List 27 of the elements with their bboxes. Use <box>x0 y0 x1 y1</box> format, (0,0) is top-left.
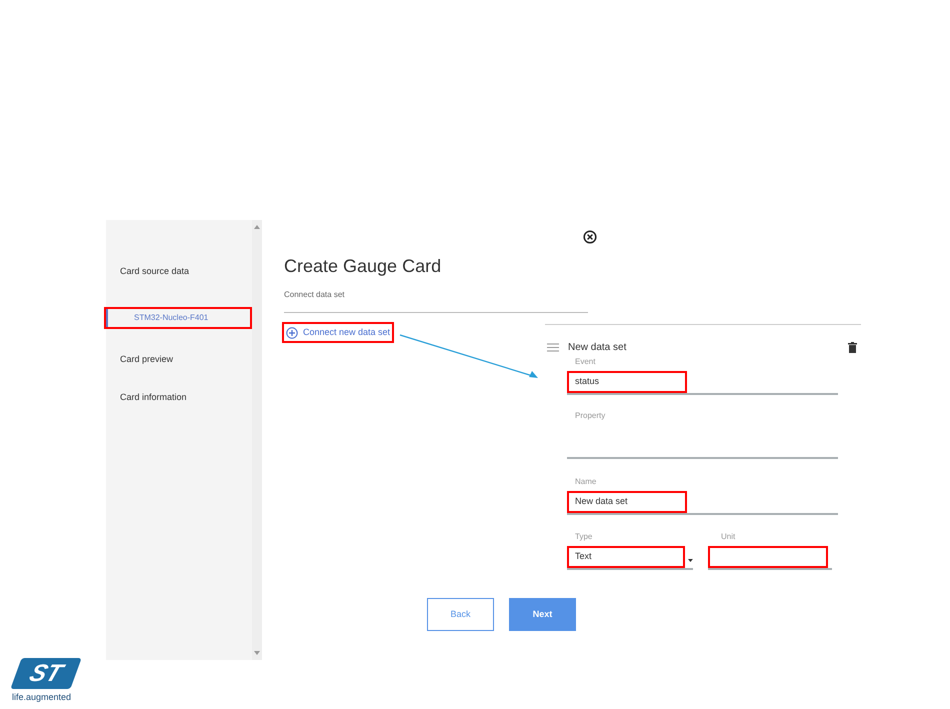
connect-data-set-link[interactable]: Connect new data set <box>282 322 394 343</box>
logo-tagline: life.augmented <box>12 691 72 703</box>
menu-icon[interactable] <box>547 342 559 352</box>
scroll-down-icon[interactable] <box>254 651 260 655</box>
trash-icon[interactable] <box>848 342 857 352</box>
input-field[interactable] <box>708 546 828 568</box>
input-field[interactable]: New data set <box>567 491 687 513</box>
data-set-title: New data set <box>568 340 628 354</box>
field-label: Name <box>574 477 598 487</box>
field-label: Type <box>574 532 594 542</box>
type-select[interactable]: Text <box>567 546 686 568</box>
logo-mark: ST <box>10 658 82 689</box>
dropdown-caret-icon[interactable] <box>688 559 693 562</box>
field-label: Property <box>574 411 606 421</box>
input-field[interactable]: status <box>567 371 687 393</box>
scroll-up-icon[interactable] <box>254 225 260 229</box>
scrollbar[interactable] <box>252 220 262 660</box>
sidebar-item[interactable]: Card source data <box>106 264 252 278</box>
sidebar-item[interactable]: Card information <box>106 390 252 404</box>
field-label: Unit <box>720 532 736 542</box>
section-label: Connect data set <box>284 290 346 300</box>
dialog-title: Create Gauge Card <box>284 255 442 278</box>
field-label: Event <box>574 357 596 367</box>
close-icon[interactable] <box>583 230 597 244</box>
add-icon <box>286 326 298 338</box>
device-link[interactable]: STM32-Nucleo-F401 <box>106 309 250 327</box>
sidebar-item[interactable]: Card preview <box>106 352 252 366</box>
